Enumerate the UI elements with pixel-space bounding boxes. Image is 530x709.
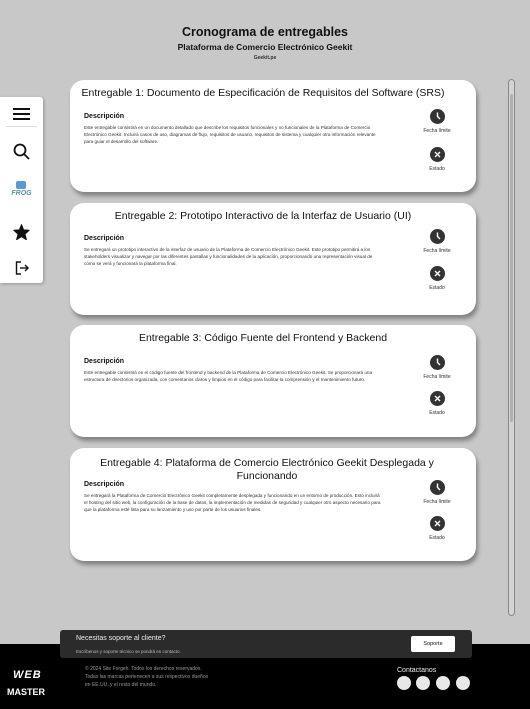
sidebar-divider	[6, 126, 37, 127]
sidebar: FROG	[0, 97, 43, 283]
description-label: Descripción	[84, 235, 125, 242]
social-icon[interactable]	[416, 676, 430, 690]
deliverable-card: Entregable 3: Código Fuente del Frontend…	[70, 325, 476, 437]
logo-web-text: WEB	[13, 669, 42, 681]
deliverable-card: Entregable 2: Prototipo Interactivo de l…	[70, 203, 476, 315]
social-icon[interactable]	[456, 676, 470, 690]
deadline-info[interactable]: Fecha límite	[422, 229, 452, 254]
scrollbar[interactable]	[508, 79, 515, 616]
clock-icon	[429, 109, 445, 124]
site-name: Geekit.pe	[253, 55, 277, 61]
page-header: Cronograma de entregables Plataforma de …	[0, 25, 530, 61]
description-text: Se entregará la Plataforma de Comercio E…	[84, 493, 381, 512]
description-label: Descripción	[84, 113, 125, 120]
status-label: Estado	[429, 410, 445, 416]
deadline-label: Fecha límite	[423, 374, 451, 380]
support-title: Necesitas soporte al cliente?	[76, 635, 166, 642]
close-icon	[429, 147, 445, 162]
status-info[interactable]: Estado	[422, 147, 452, 172]
social-icon[interactable]	[436, 676, 450, 690]
support-banner: Necesitas soporte al cliente? Escríbenos…	[60, 630, 472, 658]
status-info[interactable]: Estado	[422, 266, 452, 291]
deadline-info[interactable]: Fecha límite	[422, 355, 452, 380]
support-subtitle: Escríbenos y soporte técnico se pondrá e…	[76, 649, 181, 654]
menu-button[interactable]	[0, 102, 43, 126]
clock-icon	[429, 355, 445, 370]
frog-logo-text: FROG	[11, 190, 32, 197]
deliverable-card: Entregable 4: Plataforma de Comercio Ele…	[70, 448, 476, 561]
status-label: Estado	[429, 285, 445, 291]
status-info[interactable]: Estado	[422, 516, 452, 541]
close-icon	[429, 516, 445, 531]
status-info[interactable]: Estado	[422, 391, 452, 416]
deadline-label: Fecha límite	[423, 128, 451, 134]
contact-label: Contactanos	[397, 667, 437, 674]
page-title: Cronograma de entregables	[181, 25, 348, 39]
deadline-label: Fecha límite	[423, 248, 451, 254]
description-label: Descripción	[84, 481, 125, 488]
card-title: Entregable 4: Plataforma de Comercio Ele…	[100, 457, 434, 482]
close-icon	[429, 391, 445, 406]
logo-master-text: MASTER	[7, 687, 45, 697]
card-title: Entregable 1: Documento de Especificació…	[81, 87, 445, 99]
star-icon	[13, 224, 30, 240]
status-label: Estado	[429, 166, 445, 172]
status-label: Estado	[429, 535, 445, 541]
logout-button[interactable]	[0, 257, 43, 279]
deadline-info[interactable]: Fecha límite	[422, 109, 452, 134]
clock-icon	[429, 480, 445, 495]
deliverable-card: Entregable 1: Documento de Especificació…	[70, 80, 476, 192]
support-button[interactable]: Soporte	[411, 636, 455, 652]
description-label: Descripción	[84, 358, 125, 365]
description-text: Se entregará un prototipo interactivo de…	[84, 247, 373, 266]
logout-icon	[15, 261, 29, 275]
social-icon[interactable]	[397, 676, 411, 690]
favorites-button[interactable]	[0, 221, 43, 243]
description-text: Este entregable consistirá en el código …	[84, 370, 373, 382]
clock-icon	[429, 229, 445, 244]
frog-logo: FROG	[11, 181, 32, 197]
menu-icon	[13, 108, 30, 120]
copyright-text: © 2024 Site Forgeh. Todos los derechos r…	[85, 666, 209, 688]
description-text: Este entregable consistirá en un documen…	[84, 125, 376, 144]
frog-leaf-icon	[16, 181, 27, 189]
deadline-label: Fecha límite	[423, 499, 451, 505]
page-subtitle: Plataforma de Comercio Electrónico Geeki…	[177, 42, 353, 52]
deadline-info[interactable]: Fecha límite	[422, 480, 452, 505]
search-icon	[13, 143, 30, 160]
close-icon	[429, 266, 445, 281]
search-button[interactable]	[0, 140, 43, 162]
scrollbar-thumb[interactable]	[510, 94, 513, 422]
card-title: Entregable 2: Prototipo Interactivo de l…	[114, 210, 412, 222]
card-title: Entregable 3: Código Fuente del Frontend…	[138, 332, 388, 344]
frog-logo-link[interactable]: FROG	[0, 175, 43, 203]
